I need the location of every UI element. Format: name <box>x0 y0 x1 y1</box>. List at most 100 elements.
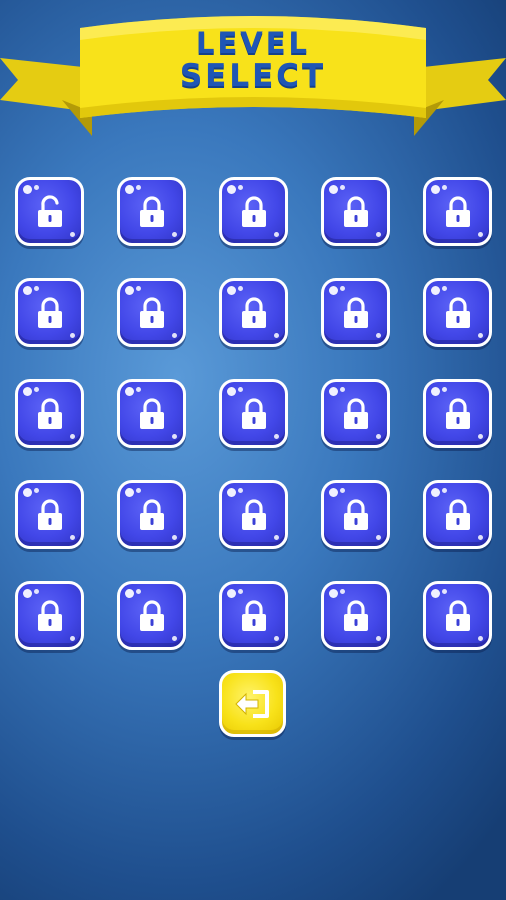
padlock-icon <box>343 599 368 631</box>
title-line-select: SELECT <box>179 58 327 94</box>
level-10-tile[interactable] <box>423 278 492 347</box>
tile-shine <box>238 387 243 392</box>
tile-shine <box>340 286 345 291</box>
tile-shine <box>340 185 345 190</box>
tile-shine <box>70 535 75 540</box>
padlock-icon <box>445 296 470 328</box>
tile-shine <box>238 286 243 291</box>
level-1-tile[interactable] <box>15 177 84 246</box>
tile-shine <box>442 488 447 493</box>
tile-shine <box>478 434 483 439</box>
tile-shine <box>227 488 236 497</box>
level-18-tile[interactable] <box>219 480 288 549</box>
tile-shine <box>340 589 345 594</box>
level-2-tile[interactable] <box>117 177 186 246</box>
level-select-banner: LEVEL SELECT <box>0 0 506 150</box>
level-15-tile[interactable] <box>423 379 492 448</box>
tile-shine <box>431 185 440 194</box>
level-5-tile[interactable] <box>423 177 492 246</box>
level-7-tile[interactable] <box>117 278 186 347</box>
unlocked-padlock-icon <box>37 194 62 227</box>
padlock-icon <box>139 195 164 227</box>
tile-shine <box>238 589 243 594</box>
tile-shine <box>376 232 381 237</box>
level-20-tile[interactable] <box>423 480 492 549</box>
level-11-tile[interactable] <box>15 379 84 448</box>
tile-shine <box>34 185 39 190</box>
level-24-tile[interactable] <box>321 581 390 650</box>
level-4-tile[interactable] <box>321 177 390 246</box>
tile-shine <box>23 488 32 497</box>
padlock-icon <box>241 296 266 328</box>
title-line-level: LEVEL <box>195 26 311 60</box>
tile-shine <box>136 589 141 594</box>
tile-shine <box>136 488 141 493</box>
tile-shine <box>274 535 279 540</box>
padlock-icon <box>241 397 266 429</box>
tile-shine <box>431 589 440 598</box>
tile-shine <box>376 636 381 641</box>
level-grid <box>15 177 492 650</box>
tile-shine <box>238 185 243 190</box>
tile-shine <box>340 387 345 392</box>
tile-shine <box>34 488 39 493</box>
exit-door-icon <box>234 689 269 718</box>
tile-shine <box>125 387 134 396</box>
tile-shine <box>125 286 134 295</box>
tile-shine <box>274 636 279 641</box>
padlock-icon <box>139 599 164 631</box>
tile-shine <box>172 535 177 540</box>
level-16-tile[interactable] <box>15 480 84 549</box>
padlock-icon <box>37 296 62 328</box>
tile-shine <box>478 333 483 338</box>
level-8-tile[interactable] <box>219 278 288 347</box>
level-23-tile[interactable] <box>219 581 288 650</box>
padlock-icon <box>139 498 164 530</box>
tile-shine <box>376 434 381 439</box>
tile-shine <box>23 589 32 598</box>
tile-shine <box>478 535 483 540</box>
level-25-tile[interactable] <box>423 581 492 650</box>
tile-shine <box>442 387 447 392</box>
tile-shine <box>172 232 177 237</box>
tile-shine <box>442 589 447 594</box>
tile-shine <box>34 286 39 291</box>
tile-shine <box>70 434 75 439</box>
level-19-tile[interactable] <box>321 480 390 549</box>
level-9-tile[interactable] <box>321 278 390 347</box>
level-22-tile[interactable] <box>117 581 186 650</box>
tile-shine <box>376 333 381 338</box>
level-17-tile[interactable] <box>117 480 186 549</box>
tile-shine <box>376 535 381 540</box>
level-12-tile[interactable] <box>117 379 186 448</box>
tile-shine <box>478 232 483 237</box>
tile-shine <box>125 488 134 497</box>
padlock-icon <box>139 397 164 429</box>
level-14-tile[interactable] <box>321 379 390 448</box>
level-6-tile[interactable] <box>15 278 84 347</box>
exit-button[interactable] <box>219 670 286 737</box>
tile-shine <box>227 185 236 194</box>
level-13-tile[interactable] <box>219 379 288 448</box>
padlock-icon <box>139 296 164 328</box>
padlock-icon <box>343 195 368 227</box>
tile-shine <box>274 232 279 237</box>
tile-shine <box>172 636 177 641</box>
tile-shine <box>70 333 75 338</box>
tile-shine <box>70 232 75 237</box>
tile-shine <box>329 488 338 497</box>
padlock-icon <box>343 296 368 328</box>
tile-shine <box>238 488 243 493</box>
tile-shine <box>227 589 236 598</box>
tile-shine <box>442 185 447 190</box>
tile-shine <box>329 185 338 194</box>
tile-shine <box>274 333 279 338</box>
padlock-icon <box>445 599 470 631</box>
padlock-icon <box>241 599 266 631</box>
padlock-icon <box>241 195 266 227</box>
tile-shine <box>34 387 39 392</box>
level-3-tile[interactable] <box>219 177 288 246</box>
tile-shine <box>329 387 338 396</box>
level-21-tile[interactable] <box>15 581 84 650</box>
tile-shine <box>227 387 236 396</box>
